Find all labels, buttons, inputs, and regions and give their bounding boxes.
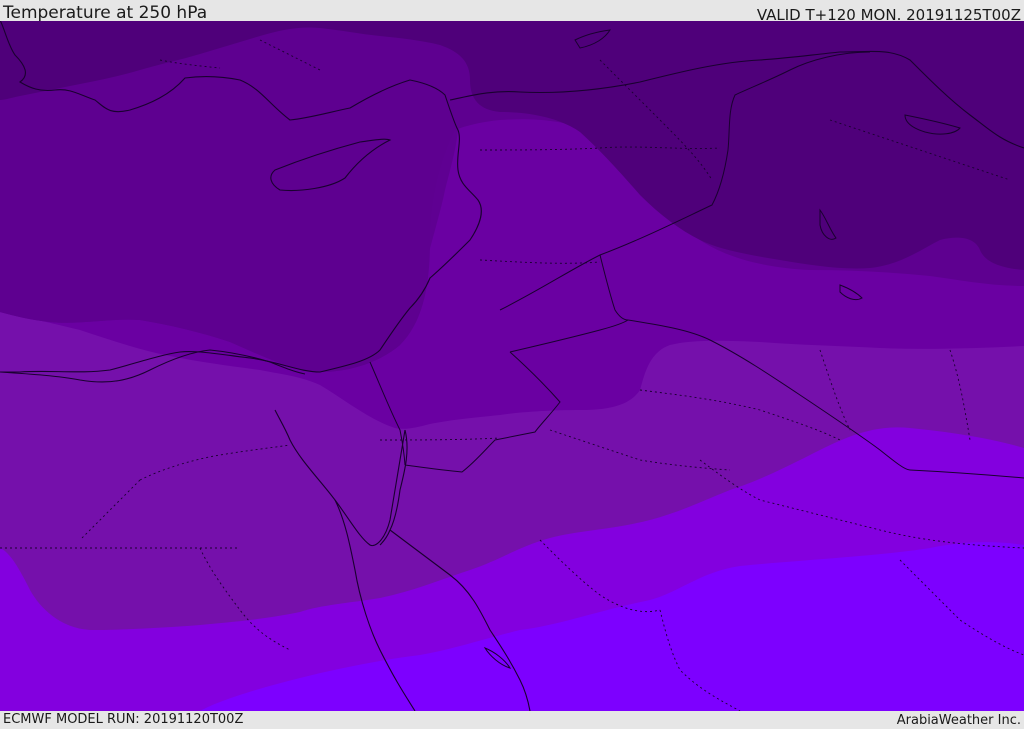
footer-bar: ECMWF MODEL RUN: 20191120T00Z ArabiaWeat… [0,711,1024,729]
map-title: Temperature at 250 hPa [3,3,208,23]
credit-label: ArabiaWeather Inc. [896,713,1021,728]
model-run-label: ECMWF MODEL RUN: 20191120T00Z [3,712,244,727]
header-bar: Temperature at 250 hPa VALID T+120 MON. … [0,0,1024,24]
weather-map[interactable] [0,21,1024,711]
